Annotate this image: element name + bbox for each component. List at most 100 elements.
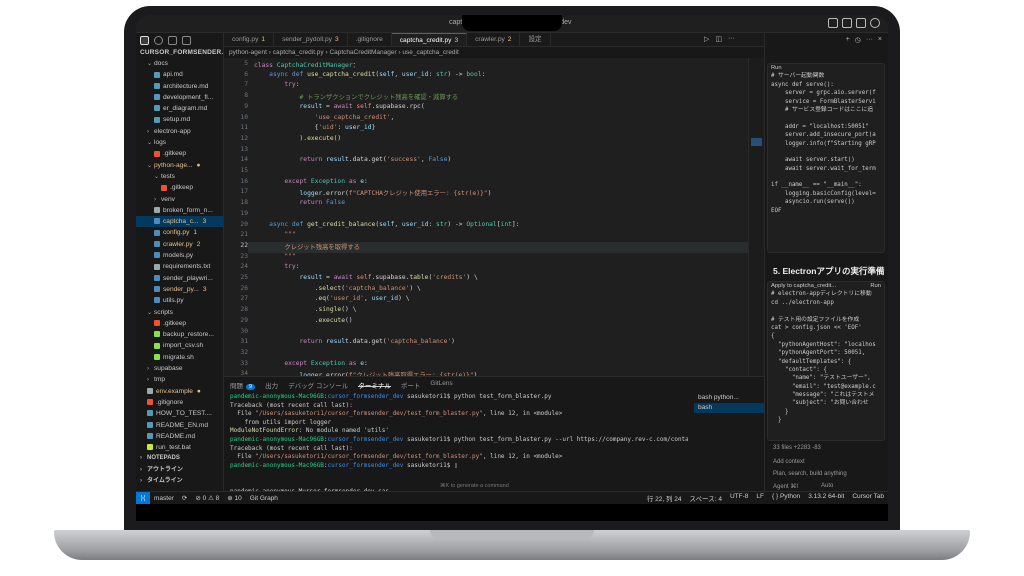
terminal-instance[interactable]: bash python...	[694, 393, 764, 403]
terminal-line: File "/Users/sasuketori1/cursor_formsend…	[230, 453, 563, 461]
panel-tab-2[interactable]: デバッグ コンソール	[288, 380, 348, 390]
panel-tab-5[interactable]: GitLens	[430, 380, 452, 387]
more-actions-icon[interactable]: ···	[728, 35, 735, 43]
code-editor[interactable]: 5 class CaptchaCreditManager： 6 async def …	[224, 58, 764, 376]
cursor-tab-status[interactable]: Cursor Tab	[852, 493, 884, 503]
folder-item[interactable]: › supabase	[136, 363, 223, 374]
file-item[interactable]: crawler.py 2	[136, 239, 223, 250]
remote-indicator-icon[interactable]: ⟩⟨	[136, 491, 150, 505]
file-item[interactable]: run_test.bat	[136, 442, 223, 453]
file-item[interactable]: api.md	[136, 69, 223, 80]
ports-status[interactable]: ⊕ 10	[227, 494, 241, 502]
tab-badge: 3	[334, 36, 339, 43]
close-icon[interactable]: ×	[878, 36, 882, 44]
new-chat-icon[interactable]: +	[846, 36, 850, 44]
file-item[interactable]: architecture.md	[136, 81, 223, 92]
tab-badge: 2	[507, 36, 512, 43]
line-number: 12	[240, 134, 248, 142]
split-editor-icon[interactable]: ◫	[715, 35, 722, 43]
file-item[interactable]: .gitkeep	[136, 318, 223, 329]
git-graph-button[interactable]: Git Graph	[250, 495, 278, 502]
file-item[interactable]: captcha_c... 3	[136, 216, 223, 228]
run-icon[interactable]: ▷	[704, 35, 709, 43]
tree-item-label: backup_restore...	[163, 331, 214, 339]
file-item[interactable]: backup_restore...	[136, 329, 223, 340]
problems-status[interactable]: ⊘ 0 ⚠ 8	[195, 494, 219, 502]
branch-status[interactable]: master	[154, 495, 174, 502]
file-item[interactable]: development_fl...	[136, 92, 223, 103]
terminal-output[interactable]: pandemic-anonymous-Mac96GB:cursor_formse…	[230, 393, 688, 496]
tab-2[interactable]: .gitignore	[348, 33, 392, 46]
tab-3[interactable]: captcha_credit.py 3	[391, 33, 468, 46]
code-block-title[interactable]: Run	[771, 64, 782, 72]
folder-item[interactable]: ⌄ docs	[136, 58, 223, 69]
file-item[interactable]: requirements.txt	[136, 261, 223, 272]
explorer-header[interactable]: CURSOR_FORMSENDER...	[136, 47, 223, 58]
panel-tab-3[interactable]: ターミナル	[358, 380, 391, 390]
tab-0[interactable]: config.py 1	[224, 33, 275, 46]
python-version[interactable]: 3.13.2 64-bit	[808, 493, 844, 503]
panel-tab-1[interactable]: 出力	[265, 380, 278, 390]
line-ending[interactable]: LF	[756, 493, 764, 503]
terminal-instance[interactable]: bash	[694, 403, 764, 413]
folder-item[interactable]: ⌄ scripts	[136, 307, 223, 318]
settings-gear-icon[interactable]	[870, 18, 880, 28]
folder-item[interactable]: › tmp	[136, 374, 223, 385]
file-item[interactable]: README_EN.md	[136, 420, 223, 431]
sync-icon[interactable]: ⟳	[182, 494, 187, 502]
more-icon[interactable]: ···	[866, 36, 873, 44]
file-item[interactable]: README.md	[136, 431, 223, 442]
model-selector[interactable]: Auto	[821, 483, 833, 489]
file-item[interactable]: .gitkeep	[136, 148, 223, 159]
file-item[interactable]: env.example ●	[136, 386, 223, 397]
line-number: 7	[244, 81, 248, 89]
chat-input[interactable]: Plan, search, build anything	[773, 471, 847, 477]
tab-4[interactable]: crawler.py 2	[467, 33, 521, 46]
file-item[interactable]: HOW_TO_TEST....	[136, 408, 223, 419]
folder-item[interactable]: › electron-app	[136, 126, 223, 137]
breadcrumb[interactable]: python-agent › captcha_credit.py › Captc…	[224, 47, 764, 58]
toggle-panel-icon[interactable]	[842, 18, 852, 28]
file-item[interactable]: models.py	[136, 250, 223, 261]
extensions-icon[interactable]	[182, 35, 191, 45]
folder-item[interactable]: ⌄ python-age... ●	[136, 160, 223, 171]
file-item[interactable]: import_csv.sh	[136, 340, 223, 351]
folder-item[interactable]: ⌄ tests	[136, 171, 223, 182]
file-item[interactable]: utils.py	[136, 295, 223, 306]
code-block-title[interactable]: Apply to captcha_credit...	[771, 282, 836, 290]
add-context-button[interactable]: Add context	[773, 459, 805, 465]
file-item[interactable]: .gitkeep	[136, 182, 223, 193]
file-item[interactable]: sender_py... 3	[136, 284, 223, 295]
section-header[interactable]: › NOTEPADS	[136, 453, 223, 464]
minimap[interactable]	[748, 58, 764, 376]
panel-tab-0[interactable]: 問題 9	[230, 380, 256, 390]
agent-mode-selector[interactable]: Agent ⌘I	[773, 483, 798, 490]
encoding[interactable]: UTF-8	[730, 493, 748, 503]
file-item[interactable]: sender_playwri...	[136, 273, 223, 284]
language-mode[interactable]: { } Python	[772, 493, 800, 503]
section-header[interactable]: › アウトライン	[136, 465, 223, 476]
files-summary[interactable]: 33 files +2283 -83	[773, 445, 821, 451]
tab-5[interactable]: 設定	[520, 33, 551, 46]
file-item[interactable]: .gitignore	[136, 397, 223, 408]
file-item[interactable]: config.py 1	[136, 227, 223, 238]
history-icon[interactable]: ◷	[855, 36, 861, 44]
panel-tab-4[interactable]: ポート	[401, 380, 421, 390]
tab-1[interactable]: sender_pydoll.py 3	[274, 33, 348, 46]
section-header[interactable]: › タイムライン	[136, 476, 223, 487]
folder-item[interactable]: › venv	[136, 194, 223, 205]
toggle-secondary-sidebar-icon[interactable]	[856, 18, 866, 28]
search-icon[interactable]	[154, 35, 163, 45]
explorer-icon[interactable]	[140, 35, 149, 45]
folder-item[interactable]: ⌄ logs	[136, 137, 223, 148]
file-item[interactable]: broken_form_n...	[136, 205, 223, 216]
file-item[interactable]: migrate.sh	[136, 352, 223, 363]
file-item[interactable]: setup.md	[136, 114, 223, 125]
cursor-position[interactable]: 行 22, 列 24	[647, 493, 682, 503]
toggle-sidebar-icon[interactable]	[828, 18, 838, 28]
run-button[interactable]: Run	[870, 282, 881, 290]
file-item[interactable]: er_diagram.md	[136, 103, 223, 114]
source-control-icon[interactable]	[168, 35, 177, 45]
indentation[interactable]: スペース: 4	[690, 493, 722, 503]
